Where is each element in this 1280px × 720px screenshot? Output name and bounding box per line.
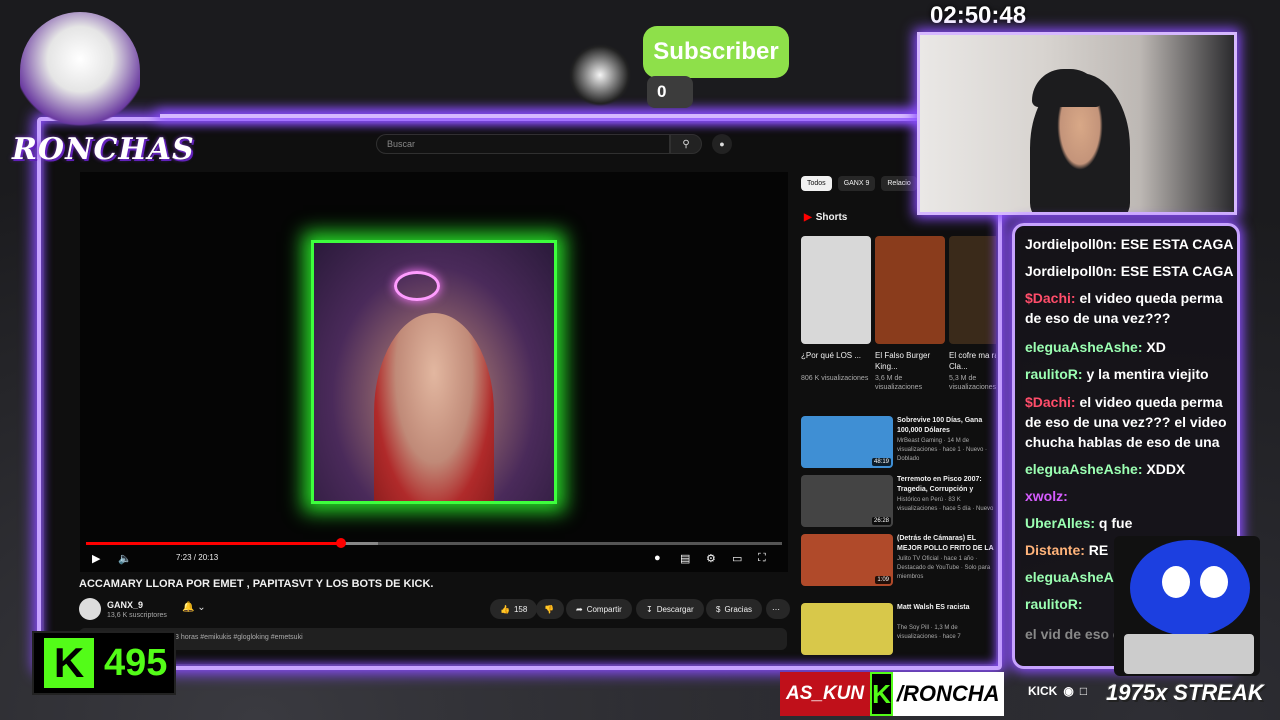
bot-right-eye [1200,566,1228,598]
kick-label: KICK [1028,684,1058,698]
neon-divider [160,114,920,118]
chat-message: Jordielpoll0n: ESE ESTA CAGA [1025,261,1235,281]
chat-message: eleguaAsheAshe: XD [1025,337,1235,357]
discord-icon: ◉ [1063,684,1074,698]
turntable-icon [1124,634,1254,674]
chat-username[interactable]: Jordielpoll0n: [1025,236,1121,252]
social-icons: KICK ◉ □ [1028,684,1087,698]
chat-username[interactable]: Jordielpoll0n: [1025,263,1121,279]
mascot-badge-icon [562,40,638,110]
neon-frame [37,117,1002,670]
chat-username[interactable]: Distante: [1025,542,1089,558]
subscribe-button[interactable]: Subscriber [643,26,789,78]
bot-left-eye [1162,566,1190,598]
chat-text: q fue [1098,515,1133,531]
chat-text: XDDX [1146,461,1186,477]
chat-icon: □ [1079,684,1088,698]
streak-counter: 1975x STREAK [1106,680,1264,705]
kick-logo-icon: K [44,638,94,688]
chat-message: raulitoR: y la mentira viejito [1025,364,1235,384]
kick-follower-counter: K 495 [32,631,176,695]
banner-handle-right: /RONCHA [892,672,1004,716]
mascot-avatar [20,12,140,130]
chat-message: xwolz: [1025,486,1235,506]
chat-username[interactable]: eleguaAsheAshe: [1025,461,1146,477]
chat-username[interactable]: raulitoR: [1025,596,1083,612]
chat-username[interactable]: $Dachi: [1025,394,1079,410]
stream-clock: 02:50:48 [930,2,1027,29]
chat-message: $Dachi: el video queda perma de eso de u… [1025,392,1235,452]
kick-follower-count: 495 [104,641,168,684]
chat-username[interactable]: UberAlles: [1025,515,1099,531]
brand-logo: RONCHAS [12,132,195,167]
bottom-banner: AS_KUN K /RONCHA [780,672,1004,716]
chat-text: RE [1088,542,1109,558]
chat-username[interactable]: $Dachi: [1025,290,1079,306]
banner-handle-left: AS_KUN [780,672,871,716]
chat-username[interactable]: xwolz: [1025,488,1068,504]
chat-text: y la mentira viejito [1086,366,1209,382]
chat-username[interactable]: eleguaAsheA: [1025,569,1118,585]
streamer-webcam [917,32,1237,215]
chat-text: ESE ESTA CAGA [1120,263,1234,279]
chat-message: Jordielpoll0n: ESE ESTA CAGA [1025,234,1235,254]
blue-bot-animation [1114,536,1260,676]
chat-message: $Dachi: el video queda perma de eso de u… [1025,288,1235,328]
chat-text: XD [1146,339,1166,355]
chat-username[interactable]: eleguaAsheAshe: [1025,339,1146,355]
bot-head [1130,540,1250,636]
chat-message: UberAlles: q fue [1025,513,1235,533]
chat-username[interactable]: raulitoR: [1025,366,1086,382]
chat-text: ESE ESTA CAGA [1120,236,1234,252]
chat-message: eleguaAsheAshe: XDDX [1025,459,1235,479]
banner-kick-icon: K [870,672,893,716]
subscriber-count: 0 [647,76,693,108]
